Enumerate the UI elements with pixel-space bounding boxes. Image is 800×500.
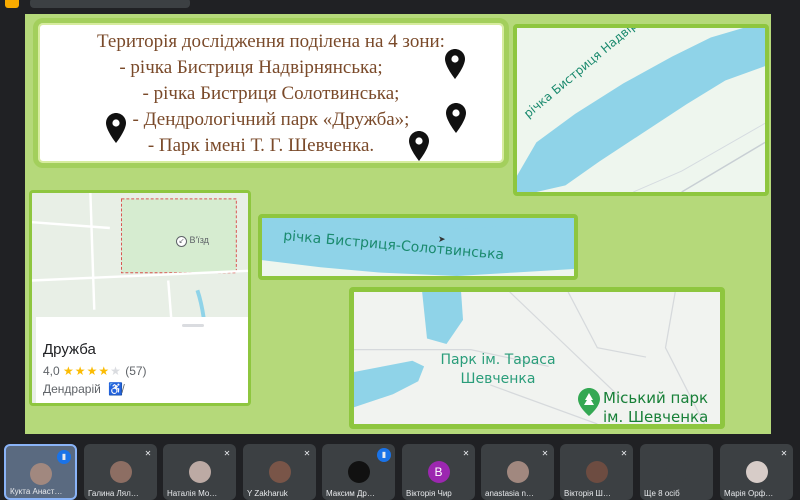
entrance-label: В'їзд <box>189 235 209 245</box>
participant-name: Галина Лял… <box>88 489 139 498</box>
river-shape <box>517 28 765 192</box>
avatar <box>29 463 52 485</box>
presentation-slide: Територія дослідження поділена на 4 зони… <box>25 14 771 434</box>
no-wheelchair-icon: ♿̸ <box>108 382 124 396</box>
map-park-shevchenko: Парк ім. Тараса Шевченка Міський парк ім… <box>349 287 725 429</box>
participant-tile[interactable]: ✕ anastasia n… <box>481 444 554 500</box>
zones-textbox: Територія дослідження поділена на 4 зони… <box>33 18 509 168</box>
participant-tile[interactable]: ▮ Максим Др… <box>322 444 395 500</box>
mic-muted-icon: ✕ <box>223 449 231 458</box>
star-filled-icon: ★ <box>74 364 87 378</box>
participant-name: Максим Др… <box>326 489 375 498</box>
location-pin-icon <box>445 49 465 79</box>
map-dendropark: ↙ В'їзд Дружба 4,0 ★★★★★ (57) Дендрарій … <box>29 190 251 406</box>
mic-muted-icon: ✕ <box>462 449 470 458</box>
mic-muted-icon: ✕ <box>303 449 311 458</box>
mic-active-icon: ▮ <box>57 450 71 464</box>
participant-tile[interactable]: Ще 8 осіб <box>640 444 713 500</box>
park-label-line2: Шевченка <box>460 371 536 387</box>
location-pin-icon <box>446 103 466 133</box>
window-topbar <box>0 0 800 12</box>
app-icon <box>5 0 19 8</box>
place-category: Дендрарій <box>43 382 101 396</box>
window-title <box>30 0 190 8</box>
participant-tile[interactable]: ▮ Кукта Анаст… <box>4 444 77 500</box>
location-pin-icon <box>106 113 126 143</box>
rating-stars: ★★★★★ <box>63 364 122 378</box>
review-count: (57) <box>125 364 147 378</box>
avatar <box>268 461 291 483</box>
park-label-line1: Парк ім. Тараса <box>440 352 556 368</box>
place-card[interactable]: Дружба 4,0 ★★★★★ (57) Дендрарій ♿̸ <box>36 317 248 403</box>
participants-strip: ▮ Кукта Анаст… ✕ Галина Лял… ✕ Наталія Мо… ✕ Y … <box>0 442 800 500</box>
avatar <box>347 461 370 483</box>
map-river-nadvirnyanska: річка Бистриця Надвірнянська <box>513 24 769 196</box>
entrance-icon: ↙ <box>176 236 187 247</box>
participant-name: Y Zakharuk <box>247 489 288 498</box>
mic-muted-icon: ✕ <box>144 449 152 458</box>
mic-muted-icon: ✕ <box>541 449 549 458</box>
avatar <box>665 461 688 483</box>
star-filled-icon: ★ <box>98 364 111 378</box>
participant-name: Вікторія Чир <box>406 489 452 498</box>
avatar <box>585 461 608 483</box>
star-filled-icon: ★ <box>86 364 99 378</box>
map-river-solotvynska: річка Бистриця-Солотвинська ➤ <box>258 214 578 280</box>
place-rating-row: 4,0 ★★★★★ (57) <box>43 364 147 378</box>
zone-item: - річка Бистриця Солотвинська; <box>142 83 400 104</box>
participant-name: anastasia n… <box>485 489 534 498</box>
mic-active-icon: ▮ <box>377 448 391 462</box>
place-category-row: Дендрарій ♿̸ <box>43 382 123 396</box>
avatar: В <box>427 461 450 483</box>
mic-muted-icon: ✕ <box>780 449 788 458</box>
entrance-marker[interactable]: ↙ В'їзд <box>176 235 209 247</box>
poi-label-line1: Міський парк <box>603 389 709 407</box>
avatar <box>506 461 529 483</box>
star-filled-icon: ★ <box>63 364 75 378</box>
park-poi-icon[interactable] <box>578 388 600 416</box>
avatar <box>745 461 768 483</box>
star-empty-icon: ★ <box>110 364 122 378</box>
participant-tile[interactable]: В ✕ Вікторія Чир <box>402 444 475 500</box>
mouse-cursor-icon: ➤ <box>438 234 446 244</box>
zone-item: - річка Бистриця Надвірнянська; <box>119 57 383 78</box>
participant-name: Кукта Анаст… <box>10 487 63 496</box>
participant-name: Ще 8 осіб <box>644 489 680 498</box>
participant-tile[interactable]: ✕ Галина Лял… <box>84 444 157 500</box>
participant-name: Наталія Мо… <box>167 489 218 498</box>
location-pin-icon <box>409 131 429 161</box>
participant-tile[interactable]: ✕ Марія Орф… <box>720 444 793 500</box>
avatar <box>109 461 132 483</box>
participant-name: Вікторія Ш… <box>564 489 611 498</box>
rating-value: 4,0 <box>43 364 60 378</box>
participant-tile[interactable]: ✕ Y Zakharuk <box>243 444 316 500</box>
slide-heading: Територія дослідження поділена на 4 зони… <box>97 31 445 52</box>
place-name: Дружба <box>43 341 96 358</box>
participant-tile[interactable]: ✕ Наталія Мо… <box>163 444 236 500</box>
mic-muted-icon: ✕ <box>620 449 628 458</box>
participant-name: Марія Орф… <box>724 489 774 498</box>
participant-tile[interactable]: ✕ Вікторія Ш… <box>560 444 633 500</box>
drag-handle[interactable] <box>182 324 204 327</box>
poi-label-line2: ім. Шевченка <box>603 408 709 426</box>
avatar <box>188 461 211 483</box>
